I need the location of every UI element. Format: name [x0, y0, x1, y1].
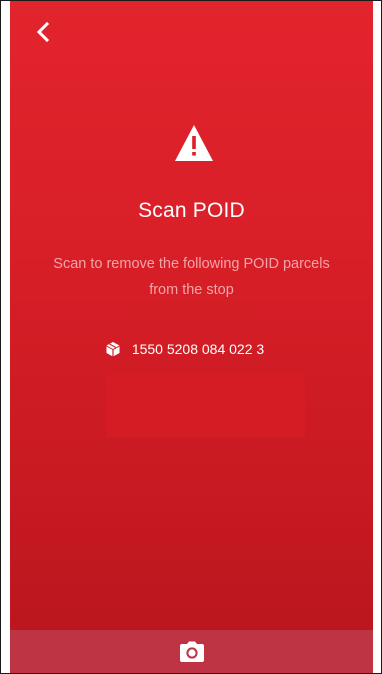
instruction-text: Scan to remove the following POID parcel… — [53, 256, 330, 298]
bottom-action-bar — [10, 630, 373, 673]
parcel-list-item: 1550 5208 084 022 3 — [10, 341, 373, 357]
scan-poid-screen: Scan POID Scan to remove the following P… — [10, 1, 373, 673]
page-title: Scan POID — [138, 199, 245, 222]
camera-icon[interactable] — [179, 641, 205, 663]
parcel-id: 1550 5208 084 022 3 — [131, 341, 265, 357]
box-icon — [106, 342, 120, 357]
chevron-left-icon — [36, 21, 50, 43]
device-frame: Scan POID Scan to remove the following P… — [0, 0, 382, 674]
parcel-list-placeholder — [106, 373, 305, 437]
warning-triangle-icon — [175, 125, 213, 161]
back-button[interactable] — [30, 19, 58, 47]
